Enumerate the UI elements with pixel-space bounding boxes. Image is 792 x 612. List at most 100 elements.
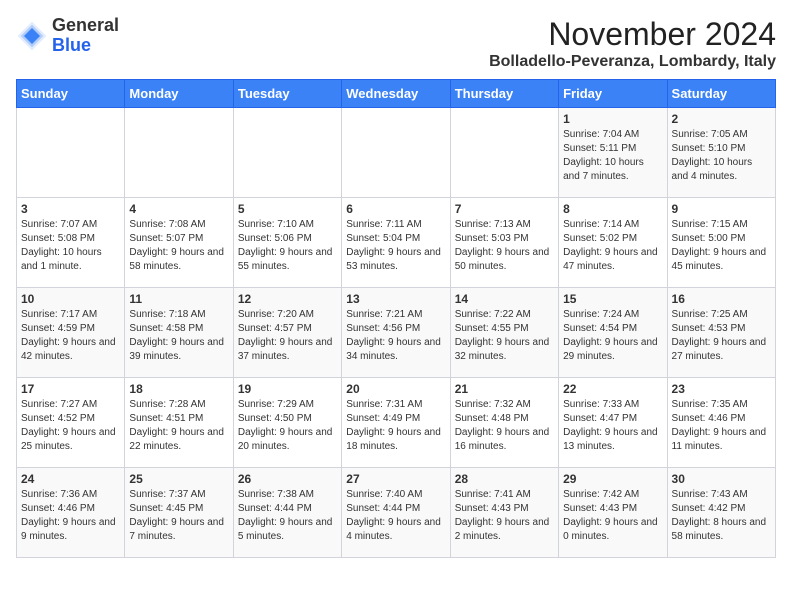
- day-info: Sunrise: 7:05 AM Sunset: 5:10 PM Dayligh…: [672, 128, 771, 184]
- calendar-cell: 22 Sunrise: 7:33 AM Sunset: 4:47 PM Dayli…: [559, 378, 667, 468]
- day-info: Sunrise: 7:20 AM Sunset: 4:57 PM Dayligh…: [238, 308, 337, 364]
- calendar-cell: 12 Sunrise: 7:20 AM Sunset: 4:57 PM Dayli…: [233, 288, 341, 378]
- calendar-cell: 27 Sunrise: 7:40 AM Sunset: 4:44 PM Dayli…: [342, 468, 450, 558]
- day-info: Sunrise: 7:10 AM Sunset: 5:06 PM Dayligh…: [238, 218, 337, 274]
- calendar-cell: 30 Sunrise: 7:43 AM Sunset: 4:42 PM Dayli…: [667, 468, 775, 558]
- calendar-cell: 5 Sunrise: 7:10 AM Sunset: 5:06 PM Daylig…: [233, 198, 341, 288]
- day-number: 22: [563, 382, 662, 396]
- calendar-cell: 9Sunrise: 7:15 AM Sunset: 5:00 PM Daylig…: [667, 198, 775, 288]
- day-number: 30: [672, 472, 771, 486]
- calendar-body: 1 Sunrise: 7:04 AM Sunset: 5:11 PM Daylig…: [17, 108, 776, 558]
- day-number: 1: [563, 112, 662, 126]
- calendar-cell: 14Sunrise: 7:22 AM Sunset: 4:55 PM Dayli…: [450, 288, 558, 378]
- calendar-cell: 18 Sunrise: 7:28 AM Sunset: 4:51 PM Dayli…: [125, 378, 233, 468]
- logo-general: General: [52, 16, 119, 36]
- calendar-cell: [342, 108, 450, 198]
- day-info: Sunrise: 7:31 AM Sunset: 4:49 PM Dayligh…: [346, 398, 445, 454]
- calendar-cell: 26 Sunrise: 7:38 AM Sunset: 4:44 PM Dayli…: [233, 468, 341, 558]
- day-number: 19: [238, 382, 337, 396]
- calendar-cell: 7 Sunrise: 7:13 AM Sunset: 5:03 PM Daylig…: [450, 198, 558, 288]
- header-friday: Friday: [559, 80, 667, 108]
- day-info: Sunrise: 7:14 AM Sunset: 5:02 PM Dayligh…: [563, 218, 662, 274]
- day-number: 6: [346, 202, 445, 216]
- day-info: Sunrise: 7:08 AM Sunset: 5:07 PM Dayligh…: [129, 218, 228, 274]
- day-info: Sunrise: 7:22 AM Sunset: 4:55 PM Dayligh…: [455, 308, 554, 364]
- day-info: Sunrise: 7:13 AM Sunset: 5:03 PM Dayligh…: [455, 218, 554, 274]
- day-number: 5: [238, 202, 337, 216]
- day-info: Sunrise: 7:35 AM Sunset: 4:46 PM Dayligh…: [672, 398, 771, 454]
- day-number: 29: [563, 472, 662, 486]
- day-number: 2: [672, 112, 771, 126]
- header-monday: Monday: [125, 80, 233, 108]
- logo-text: General Blue: [52, 16, 119, 56]
- day-info: Sunrise: 7:04 AM Sunset: 5:11 PM Dayligh…: [563, 128, 662, 184]
- day-info: Sunrise: 7:21 AM Sunset: 4:56 PM Dayligh…: [346, 308, 445, 364]
- logo: General Blue: [16, 16, 119, 56]
- calendar-cell: 13Sunrise: 7:21 AM Sunset: 4:56 PM Dayli…: [342, 288, 450, 378]
- day-number: 18: [129, 382, 228, 396]
- day-number: 8: [563, 202, 662, 216]
- header-saturday: Saturday: [667, 80, 775, 108]
- calendar-cell: 24 Sunrise: 7:36 AM Sunset: 4:46 PM Dayli…: [17, 468, 125, 558]
- logo-blue: Blue: [52, 36, 119, 56]
- day-number: 10: [21, 292, 120, 306]
- calendar-cell: 15 Sunrise: 7:24 AM Sunset: 4:54 PM Dayli…: [559, 288, 667, 378]
- day-info: Sunrise: 7:32 AM Sunset: 4:48 PM Dayligh…: [455, 398, 554, 454]
- day-info: Sunrise: 7:40 AM Sunset: 4:44 PM Dayligh…: [346, 488, 445, 544]
- calendar-cell: 6 Sunrise: 7:11 AM Sunset: 5:04 PM Daylig…: [342, 198, 450, 288]
- day-number: 16: [672, 292, 771, 306]
- calendar-cell: 21Sunrise: 7:32 AM Sunset: 4:48 PM Dayli…: [450, 378, 558, 468]
- header-sunday: Sunday: [17, 80, 125, 108]
- calendar-week-1: 3Sunrise: 7:07 AM Sunset: 5:08 PM Daylig…: [17, 198, 776, 288]
- day-info: Sunrise: 7:18 AM Sunset: 4:58 PM Dayligh…: [129, 308, 228, 364]
- day-info: Sunrise: 7:29 AM Sunset: 4:50 PM Dayligh…: [238, 398, 337, 454]
- calendar-cell: 16Sunrise: 7:25 AM Sunset: 4:53 PM Dayli…: [667, 288, 775, 378]
- day-number: 4: [129, 202, 228, 216]
- day-number: 11: [129, 292, 228, 306]
- day-info: Sunrise: 7:37 AM Sunset: 4:45 PM Dayligh…: [129, 488, 228, 544]
- calendar-cell: 8 Sunrise: 7:14 AM Sunset: 5:02 PM Daylig…: [559, 198, 667, 288]
- day-number: 20: [346, 382, 445, 396]
- calendar-cell: 17Sunrise: 7:27 AM Sunset: 4:52 PM Dayli…: [17, 378, 125, 468]
- day-info: Sunrise: 7:36 AM Sunset: 4:46 PM Dayligh…: [21, 488, 120, 544]
- calendar-cell: [125, 108, 233, 198]
- header-tuesday: Tuesday: [233, 80, 341, 108]
- day-info: Sunrise: 7:07 AM Sunset: 5:08 PM Dayligh…: [21, 218, 120, 274]
- day-info: Sunrise: 7:11 AM Sunset: 5:04 PM Dayligh…: [346, 218, 445, 274]
- calendar-cell: 25Sunrise: 7:37 AM Sunset: 4:45 PM Dayli…: [125, 468, 233, 558]
- calendar-cell: 23 Sunrise: 7:35 AM Sunset: 4:46 PM Dayli…: [667, 378, 775, 468]
- day-info: Sunrise: 7:28 AM Sunset: 4:51 PM Dayligh…: [129, 398, 228, 454]
- day-number: 7: [455, 202, 554, 216]
- calendar-week-3: 17Sunrise: 7:27 AM Sunset: 4:52 PM Dayli…: [17, 378, 776, 468]
- calendar-cell: 10 Sunrise: 7:17 AM Sunset: 4:59 PM Dayli…: [17, 288, 125, 378]
- header-row: Sunday Monday Tuesday Wednesday Thursday…: [17, 80, 776, 108]
- day-number: 12: [238, 292, 337, 306]
- day-number: 28: [455, 472, 554, 486]
- day-info: Sunrise: 7:24 AM Sunset: 4:54 PM Dayligh…: [563, 308, 662, 364]
- day-info: Sunrise: 7:43 AM Sunset: 4:42 PM Dayligh…: [672, 488, 771, 544]
- calendar-cell: 20 Sunrise: 7:31 AM Sunset: 4:49 PM Dayli…: [342, 378, 450, 468]
- logo-icon: [16, 20, 48, 52]
- calendar-cell: 4 Sunrise: 7:08 AM Sunset: 5:07 PM Daylig…: [125, 198, 233, 288]
- page-header: General Blue November 2024 Bolladello-Pe…: [16, 16, 776, 71]
- header-wednesday: Wednesday: [342, 80, 450, 108]
- day-info: Sunrise: 7:38 AM Sunset: 4:44 PM Dayligh…: [238, 488, 337, 544]
- day-info: Sunrise: 7:42 AM Sunset: 4:43 PM Dayligh…: [563, 488, 662, 544]
- day-number: 15: [563, 292, 662, 306]
- day-info: Sunrise: 7:41 AM Sunset: 4:43 PM Dayligh…: [455, 488, 554, 544]
- day-number: 17: [21, 382, 120, 396]
- day-info: Sunrise: 7:33 AM Sunset: 4:47 PM Dayligh…: [563, 398, 662, 454]
- calendar-cell: [450, 108, 558, 198]
- day-number: 23: [672, 382, 771, 396]
- month-title: November 2024: [489, 16, 776, 53]
- calendar-cell: 11 Sunrise: 7:18 AM Sunset: 4:58 PM Dayli…: [125, 288, 233, 378]
- calendar-cell: [233, 108, 341, 198]
- calendar-cell: 1 Sunrise: 7:04 AM Sunset: 5:11 PM Daylig…: [559, 108, 667, 198]
- calendar-cell: [17, 108, 125, 198]
- day-number: 24: [21, 472, 120, 486]
- day-number: 27: [346, 472, 445, 486]
- day-number: 26: [238, 472, 337, 486]
- calendar-week-0: 1 Sunrise: 7:04 AM Sunset: 5:11 PM Daylig…: [17, 108, 776, 198]
- day-info: Sunrise: 7:17 AM Sunset: 4:59 PM Dayligh…: [21, 308, 120, 364]
- calendar-cell: 19 Sunrise: 7:29 AM Sunset: 4:50 PM Dayli…: [233, 378, 341, 468]
